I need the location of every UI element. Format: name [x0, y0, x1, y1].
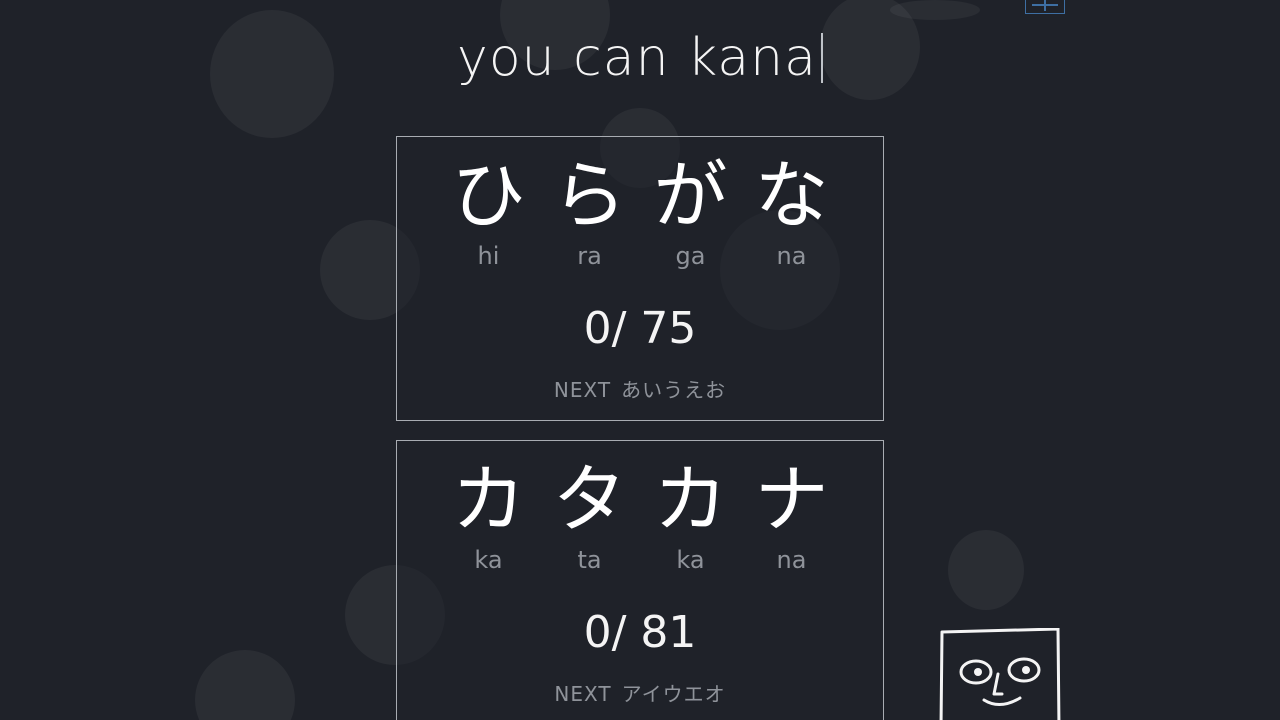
- romaji-label: ga: [675, 242, 706, 270]
- romaji-label: ka: [474, 546, 503, 574]
- hiragana-next-set: NEXT あいうえお: [397, 377, 883, 403]
- kana-char: タ: [552, 457, 627, 543]
- next-set-kana: あいうえお: [621, 378, 727, 402]
- next-label: NEXT: [553, 378, 612, 402]
- kana-char: が: [653, 153, 728, 239]
- hiragana-card[interactable]: ひ ら が な hi ra ga na 0/ 75 NEXT あいうえお: [396, 136, 884, 421]
- app-title-text: you can kana: [457, 28, 817, 88]
- kana-char: ら: [552, 153, 627, 239]
- romaji-label: na: [776, 242, 807, 270]
- kana-char: な: [754, 153, 829, 239]
- sliders-icon: [1032, 0, 1058, 11]
- hiragana-romaji-row: hi ra ga na: [397, 241, 883, 271]
- hiragana-kana-row: ひ ら が な: [397, 151, 883, 241]
- katakana-kana-row: カ タ カ ナ: [397, 455, 883, 545]
- mascot-character[interactable]: [938, 627, 1062, 720]
- katakana-next-set: NEXT アイウエオ: [397, 681, 883, 707]
- romaji-label: ta: [577, 546, 602, 574]
- text-cursor: [820, 33, 823, 83]
- kana-char: ひ: [451, 153, 526, 239]
- box-face-mascot-icon: [939, 627, 1061, 720]
- background-bubble: [890, 0, 980, 20]
- romaji-label: na: [776, 546, 807, 574]
- app-title: you can kana: [0, 28, 1280, 88]
- kana-char: ナ: [754, 457, 829, 543]
- romaji-label: ra: [577, 242, 602, 270]
- settings-button[interactable]: [1025, 0, 1065, 14]
- romaji-label: hi: [477, 242, 500, 270]
- game-screen: you can kana ひ ら が な hi ra ga na 0/ 75 N…: [0, 0, 1280, 720]
- next-label: NEXT: [554, 682, 612, 706]
- background-bubble: [948, 530, 1024, 610]
- kana-char: カ: [653, 457, 728, 543]
- kana-char: カ: [451, 457, 526, 543]
- katakana-card[interactable]: カ タ カ ナ ka ta ka na 0/ 81 NEXT アイウエオ: [396, 440, 884, 720]
- next-set-kana: アイウエオ: [621, 682, 726, 706]
- hiragana-progress: 0/ 75: [583, 303, 697, 354]
- katakana-progress: 0/ 81: [583, 607, 697, 658]
- katakana-romaji-row: ka ta ka na: [397, 545, 883, 575]
- background-bubble: [195, 650, 295, 720]
- romaji-label: ka: [676, 546, 705, 574]
